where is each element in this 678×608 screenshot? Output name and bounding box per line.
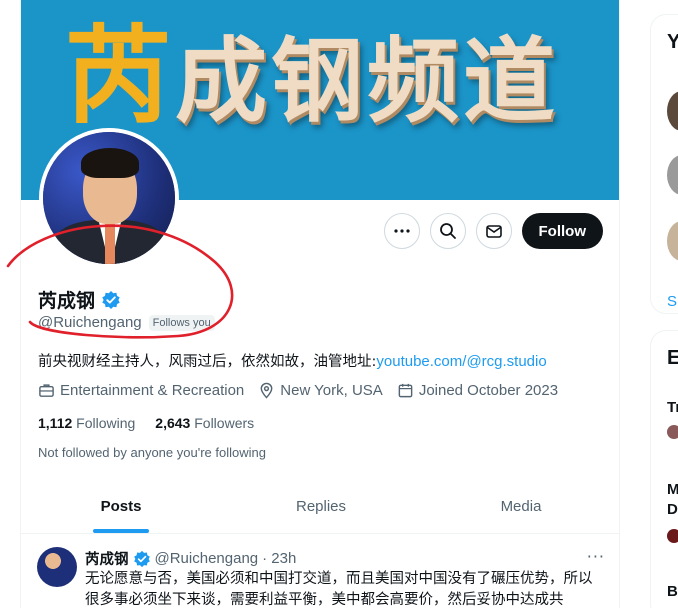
tab-media[interactable]: Media [421, 480, 619, 533]
verified-badge-icon[interactable] [101, 290, 121, 310]
followers-label: Followers [194, 415, 255, 431]
post-more-icon[interactable]: ··· [587, 547, 605, 566]
post-header: 芮成钢 @Ruichengang · 23h [85, 548, 296, 569]
trend-item[interactable]: Tr [667, 399, 678, 416]
followers-link[interactable]: 2,643 Followers [155, 415, 254, 431]
search-icon [439, 223, 456, 239]
followers-count: 2,643 [155, 415, 191, 431]
banner-title: 芮成钢频道 [65, 13, 560, 138]
more-button[interactable] [383, 213, 420, 249]
follow-button[interactable]: Follow [521, 213, 603, 249]
trend-item[interactable]: M [667, 481, 678, 498]
profile-meta: Entertainment & Recreation New York, USA… [38, 382, 558, 399]
search-button[interactable] [429, 213, 466, 249]
post-avatar[interactable] [37, 547, 77, 587]
profile-name-row: 芮成钢 [38, 286, 121, 313]
following-link[interactable]: 1,112 Following [38, 415, 135, 431]
calendar-icon [398, 383, 413, 398]
verified-badge-icon [133, 550, 150, 567]
profile-name: 芮成钢 [38, 290, 96, 312]
profile-tabs: Posts Replies Media [21, 480, 619, 534]
sidebar-card-1-title: Y [667, 31, 678, 53]
bio-link[interactable]: youtube.com/@rcg.studio [376, 353, 546, 370]
post-author-name[interactable]: 芮成钢 [85, 548, 129, 569]
suggested-avatar[interactable] [667, 221, 678, 261]
location-item: New York, USA [258, 382, 383, 399]
post-text: 无论愿意与否，美国必须和中国打交道，而且美国对中国没有了碾压优势，所以很多事必须… [85, 571, 593, 608]
tab-posts[interactable]: Posts [21, 480, 221, 533]
sidebar-card-1: Y Sh [650, 14, 678, 314]
profile-handle: @Ruichengang [38, 314, 142, 331]
follow-counts: 1,112 Following 2,643 Followers [38, 415, 254, 431]
category-item: Entertainment & Recreation [38, 382, 244, 399]
joined-item: Joined October 2023 [397, 382, 558, 399]
suggested-avatar[interactable] [667, 155, 678, 195]
message-button[interactable] [475, 213, 512, 249]
trend-avatar [667, 529, 678, 543]
tab-replies[interactable]: Replies [221, 480, 421, 533]
category-text: Entertainment & Recreation [60, 382, 245, 399]
sidebar-card-2: E Tr M D Bi [650, 330, 678, 608]
profile-actions: Follow [383, 213, 603, 249]
trend-item-line: D [667, 501, 678, 518]
sidebar-card-2-title: E [667, 347, 678, 369]
briefcase-icon [39, 384, 54, 397]
right-sidebar: Y Sh E Tr M D Bi [650, 0, 678, 608]
follows-you-badge: Follows you [148, 314, 215, 331]
post-item[interactable]: 芮成钢 @Ruichengang · 23h ··· 无论愿意与否，美国必须和中… [21, 535, 619, 608]
mail-icon [485, 225, 502, 238]
profile-bio: 前央视财经主持人，风雨过后，依然如故，油管地址:youtube.com/@rcg… [38, 350, 547, 371]
location-text: New York, USA [280, 382, 383, 399]
suggested-avatar[interactable] [667, 91, 678, 131]
trend-item[interactable]: Bi [667, 583, 678, 600]
profile-avatar[interactable] [39, 128, 179, 268]
more-icon [393, 229, 410, 233]
not-followed-note: Not followed by anyone you're following [38, 445, 266, 460]
post-author-handle: @Ruichengang [154, 550, 259, 567]
post-time[interactable]: · 23h [262, 550, 296, 567]
profile-handle-row: @Ruichengang Follows you [38, 314, 215, 331]
profile-column: 芮成钢频道 Follow 芮成钢 @Ruichengang Follows yo… [20, 0, 620, 608]
following-count: 1,112 [38, 415, 73, 431]
location-pin-icon [260, 382, 273, 399]
following-label: Following [76, 415, 136, 431]
trend-avatar [667, 425, 678, 439]
bio-text: 前央视财经主持人，风雨过后，依然如故，油管地址: [38, 354, 377, 370]
show-more-link[interactable]: Sh [667, 293, 678, 310]
joined-text: Joined October 2023 [418, 382, 559, 399]
